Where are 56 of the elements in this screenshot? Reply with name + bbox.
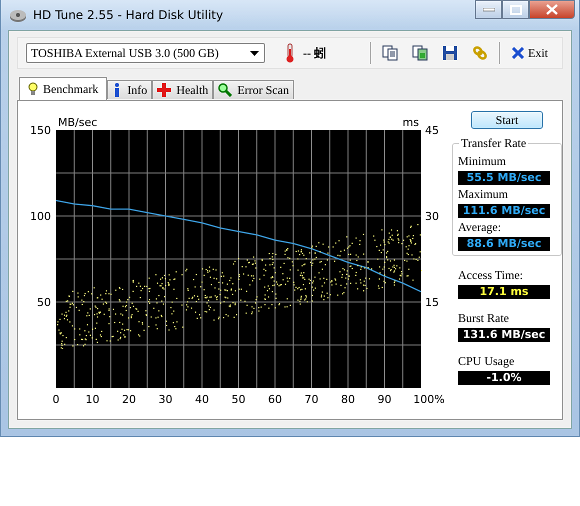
search-icon [218,83,232,97]
axis-tick-label: 60 [268,393,282,403]
thermometer-icon [285,43,295,63]
reading-label: Average: [458,220,502,235]
reading-label: Access Time: [458,268,524,283]
close-icon [546,4,558,15]
axis-tick-label: 50 [232,393,246,403]
axis-tick-label: 40 [195,393,209,403]
reading-value: 111.6 MB/sec [458,204,550,218]
maximize-button[interactable] [502,0,529,19]
reading-value: 88.6 MB/sec [458,237,550,251]
axis-unit: ms [402,116,419,129]
close-button[interactable] [529,0,575,19]
drive-dropdown[interactable]: TOSHIBA External USB 3.0 (500 GB) [26,43,265,63]
tab[interactable]: Error Scan [213,80,294,99]
axis-tick-label: 20 [122,393,136,403]
window-title: HD Tune 2.55 - Hard Disk Utility [33,8,224,22]
cross-icon [157,83,172,97]
axis-tick-label: 50 [37,296,51,309]
reading-value: 17.1 ms [458,285,550,299]
axis-tick-label: 70 [304,393,318,403]
axis-tick-label: 45 [425,124,439,137]
tab[interactable]: Benchmark [19,77,108,100]
axis-tick-label: 0 [52,393,60,403]
axis-unit: MB/sec [58,116,98,129]
axis-tick-label: 30 [425,210,439,223]
copy-chart-icon[interactable] [412,45,428,61]
tab[interactable]: Health [152,80,214,99]
reading-label: Minimum [458,154,508,169]
save-icon[interactable] [442,45,458,61]
temperature-reading: -- 蚓 [303,44,326,62]
maximize-icon [510,4,522,14]
axis-tick-label: 80 [341,393,355,403]
axis-tick-label: 10 [86,393,100,403]
axis-tick-label: 30 [158,393,172,403]
start-button[interactable]: Start [471,111,543,129]
axis-tick-label: 100 [30,210,51,223]
axis-tick-label: 150 [30,124,51,137]
disk-icon [9,7,27,23]
reading-label: Maximum [458,187,509,202]
tab[interactable]: Info [107,80,152,99]
light-bulb-icon [28,82,38,96]
axis-tick-label: 90 [378,393,392,403]
exit-button[interactable]: Exit [508,44,552,62]
reading-value: 55.5 MB/sec [458,171,550,185]
reading-value: -1.0% [458,371,550,385]
caret-icon [250,50,259,56]
reading-label: CPU Usage [458,354,516,369]
axis-tick-label: 15 [425,296,439,309]
reading-label: Burst Rate [458,311,510,326]
minimize-button[interactable] [475,0,502,19]
close-icon [512,47,524,59]
minimize-icon [482,8,494,12]
reading-value: 131.6 MB/sec [458,328,550,342]
axis-tick-label: 100% [413,393,445,403]
copy-icon[interactable] [382,45,398,61]
